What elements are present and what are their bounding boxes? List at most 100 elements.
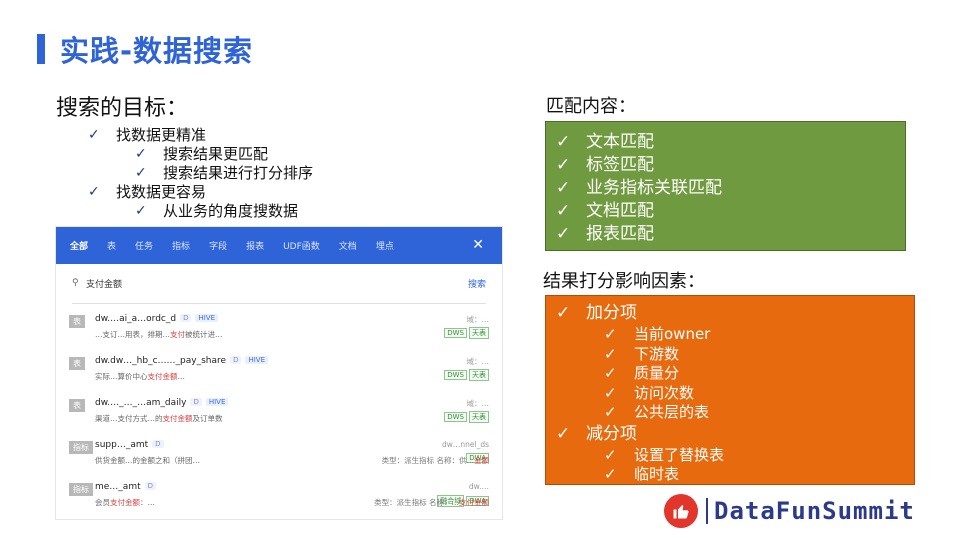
tab-tracking[interactable]: 埋点 (376, 239, 394, 252)
check-icon: ✓ (135, 165, 147, 181)
check-icon: ✓ (135, 203, 147, 219)
tab-report[interactable]: 报表 (246, 239, 264, 252)
tag-badge: D (180, 314, 192, 322)
result-tags: DWS 天表 (442, 411, 489, 423)
match-box: ✓ 文本匹配 ✓ 标签匹配 ✓ 业务指标关联匹配 ✓ 文档匹配 ✓ 报表匹配 (545, 121, 906, 251)
result-name[interactable]: dw.dw…_hb_c……_pay_share D HIVE (95, 356, 268, 366)
title-accent-bar (37, 34, 45, 64)
score-group-minus: ✓ 减分项 (556, 423, 637, 444)
search-input[interactable]: 支付金额 (86, 277, 122, 290)
score-item: ✓ 质量分 (604, 364, 680, 382)
result-kind-badge: 指标 (69, 441, 93, 454)
check-icon: ✓ (556, 178, 571, 198)
search-panel: 全部 表 任务 指标 字段 报表 UDF函数 文档 埋点 ✕ ⚲ 支付金额 搜索… (55, 226, 503, 520)
result-name[interactable]: me…_amt D (95, 482, 157, 492)
tab-metric[interactable]: 指标 (172, 239, 190, 252)
result-meta: 类型：派生指标 名称：供…金额 (381, 456, 489, 465)
goal-item: ✓ 找数据更精准 (88, 126, 207, 144)
tab-doc[interactable]: 文档 (339, 239, 357, 252)
result-description: 会员支付金额：… (95, 498, 155, 507)
check-icon: ✓ (135, 146, 147, 162)
engine-badge: HIVE (245, 356, 268, 364)
check-icon: ✓ (556, 423, 571, 444)
tab-table[interactable]: 表 (107, 239, 116, 252)
tab-task[interactable]: 任务 (135, 239, 153, 252)
result-name[interactable]: dw.…_…_…am_daily D HIVE (95, 398, 229, 408)
score-item: ✓ 公共层的表 (604, 403, 710, 421)
result-domain: 域：… (466, 399, 490, 408)
match-item: ✓ 报表匹配 (556, 224, 654, 244)
result-domain: dw.… (468, 482, 489, 491)
score-group-plus: ✓ 加分项 (556, 303, 637, 323)
score-item: ✓ 下游数 (604, 344, 680, 363)
goal-subitem: ✓ 从业务的角度搜数据 (135, 202, 299, 220)
logo-divider (706, 498, 708, 524)
result-domain: dw…nnel_ds (441, 440, 489, 449)
tab-udf[interactable]: UDF函数 (283, 239, 320, 252)
result-meta: 类型：派生指标 名称：…支付金额 (374, 498, 489, 507)
check-icon: ✓ (88, 127, 100, 143)
check-icon: ✓ (556, 132, 571, 152)
match-heading: 匹配内容： (546, 96, 636, 117)
score-item: ✓ 临时表 (604, 465, 680, 483)
check-icon: ✓ (556, 224, 571, 244)
datafun-logo: DataFunSummit (664, 494, 915, 528)
goal-item: ✓ 找数据更容易 (88, 183, 207, 201)
slide-title: 实践-数据搜索 (60, 34, 254, 68)
check-icon: ✓ (604, 445, 617, 464)
search-button[interactable]: 搜索 (468, 277, 486, 290)
goals-list: ✓ 找数据更精准 ✓ 搜索结果更匹配 ✓ 搜索结果进行打分排序 ✓ 找数据更容易 ✓ 从业… (88, 126, 313, 221)
score-item: ✓ 访问次数 (604, 383, 695, 402)
match-item: ✓ 文档匹配 (556, 201, 654, 221)
result-item[interactable]: 表 dw.…ai_a…ordc_d D HIVE …支订…用表，排期…支付被统计进…… (69, 314, 489, 352)
match-item: ✓ 文本匹配 (556, 132, 654, 152)
result-kind-badge: 表 (69, 399, 85, 412)
check-icon: ✓ (604, 364, 617, 382)
tag-badge: D (230, 356, 242, 364)
goals-heading: 搜索的目标： (56, 96, 189, 121)
check-icon: ✓ (604, 325, 617, 343)
result-kind-badge: 表 (69, 357, 85, 370)
result-description: 渠道…支付方式…的支付金额及订单数 (95, 414, 223, 423)
goal-subitem: ✓ 搜索结果进行打分排序 (135, 164, 314, 182)
check-icon: ✓ (604, 465, 617, 483)
score-item: ✓ 设置了替换表 (604, 445, 725, 464)
match-item: ✓ 标签匹配 (556, 155, 654, 175)
tag-badge: D (144, 482, 157, 490)
result-item[interactable]: 指标 me…_amt D 会员支付金额：… dw.… 融合域 DWA 类型：派生指标… (69, 482, 489, 519)
brand-name: DataFunSummit (714, 497, 915, 525)
result-domain: 域：… (466, 357, 490, 366)
result-name[interactable]: supp…_amt D (95, 440, 164, 450)
search-icon: ⚲ (72, 278, 79, 288)
result-description: …支订…用表，排期…支付被统计进… (95, 330, 223, 339)
close-icon[interactable]: ✕ (472, 237, 484, 253)
result-domain: 域：… (466, 315, 490, 324)
check-icon: ✓ (604, 403, 617, 421)
result-description: 供货金额…的金额之和（拼团… (95, 456, 200, 465)
tab-all[interactable]: 全部 (70, 239, 88, 252)
tab-field[interactable]: 字段 (209, 239, 227, 252)
engine-badge: HIVE (195, 314, 218, 322)
result-name[interactable]: dw.…ai_a…ordc_d D HIVE (95, 314, 218, 324)
search-tabs: 全部 表 任务 指标 字段 报表 UDF函数 文档 埋点 ✕ (56, 227, 502, 264)
result-kind-badge: 指标 (69, 483, 93, 496)
engine-badge: HIVE (205, 398, 229, 406)
score-heading: 结果打分影响因素： (543, 271, 705, 292)
tag-badge: D (190, 398, 202, 406)
search-bar: ⚲ 支付金额 搜索 (72, 264, 486, 304)
match-item: ✓ 业务指标关联匹配 (556, 178, 722, 198)
goal-subitem: ✓ 搜索结果更匹配 (135, 145, 269, 163)
result-item[interactable]: 表 dw.dw…_hb_c……_pay_share D HIVE 实际…算价中心支付… (69, 356, 489, 394)
check-icon: ✓ (604, 344, 617, 363)
result-item[interactable]: 表 dw.…_…_…am_daily D HIVE 渠道…支付方式…的支付金额及订单… (69, 398, 489, 436)
check-icon: ✓ (556, 201, 571, 221)
result-item[interactable]: 指标 supp…_amt D 供货金额…的金额之和（拼团… dw…nnel_ds … (69, 440, 489, 478)
result-kind-badge: 表 (69, 315, 85, 328)
check-icon: ✓ (88, 184, 100, 200)
tag-badge: D (152, 440, 164, 448)
check-icon: ✓ (604, 383, 617, 402)
score-box: ✓ 加分项 ✓ 当前owner ✓ 下游数 ✓ 质量分 ✓ 访问次数 ✓ 公共层的表 ✓ 减分… (545, 295, 915, 485)
result-description: 实际…算价中心支付金额… (95, 372, 185, 381)
check-icon: ✓ (556, 303, 571, 323)
score-item: ✓ 当前owner (604, 325, 711, 343)
